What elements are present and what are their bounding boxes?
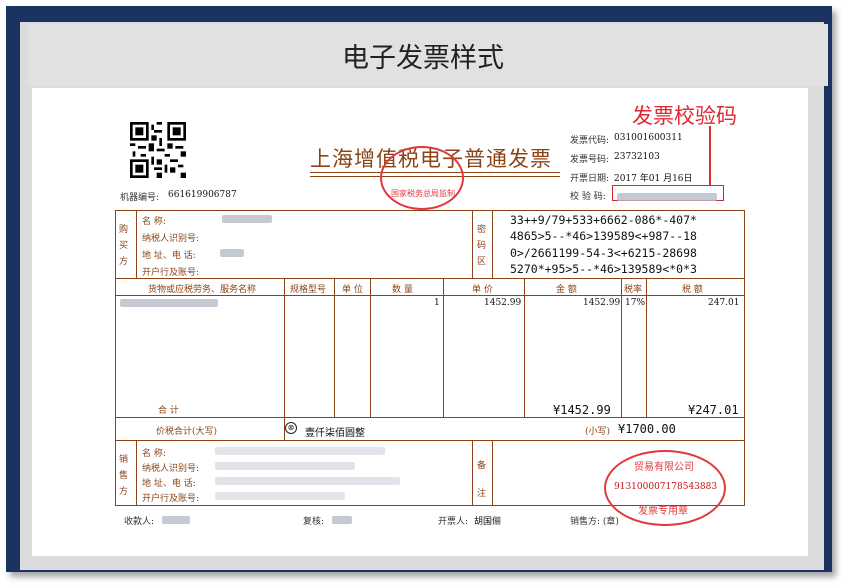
line-rate: 17% (625, 298, 646, 308)
item-name-redacted (120, 299, 218, 307)
buyer-bank-label: 开户行及账号: (142, 268, 200, 278)
verify-code-annotation: 发票校验码 (632, 104, 737, 128)
qr-code-icon (130, 122, 186, 178)
subtotal-amount: ¥1452.99 (553, 403, 611, 417)
seller-invoice-seal: 贸易有限公司 913100007178543883 发票专用章 (604, 450, 726, 526)
seller-bank-label: 开户行及账号: (142, 494, 200, 504)
cipher-section-divider (492, 210, 493, 278)
verify-code-label: 校 验 码: (570, 192, 606, 202)
tax-seal-text: 国家税务总局监制 (391, 189, 455, 198)
total-small-label: (小写) (585, 427, 611, 437)
col-header-rate: 税率 (624, 285, 643, 295)
machine-number-label: 机器编号: (120, 193, 160, 203)
subtotal-label: 合 计 (158, 406, 179, 416)
table-divider-total (115, 440, 745, 441)
issuer-name: 胡国俪 (474, 517, 502, 527)
page-title: 电子发票样式 (342, 43, 504, 74)
total-small: ¥1700.00 (618, 422, 676, 436)
line-amount: 1452.99 (583, 298, 621, 308)
col-header-qty: 数 量 (392, 285, 413, 295)
col-header-price: 单 价 (472, 285, 493, 295)
cipher-line-3: 0>/2661199-54-3<+6215-28698 (510, 246, 697, 260)
seller-address-label: 地 址、电 话: (142, 479, 196, 489)
total-in-words: 壹仟柒佰圆整 (305, 428, 365, 439)
verify-code-highlight (612, 185, 724, 201)
remarks-section-label: 备注 (477, 461, 487, 499)
cipher-line-4: 5270*+95>5--*46>139589<*0*3 (510, 262, 697, 276)
seller-seal-code: 913100007178543883 (614, 482, 718, 492)
issue-date-label: 开票日期: (570, 174, 610, 184)
col-divider-price (443, 278, 444, 418)
invoice-code-label: 发票代码: (570, 136, 610, 146)
table-border-top (115, 210, 745, 211)
seller-seal-bottom: 发票专用章 (638, 506, 688, 517)
invoice-number-label: 发票号码: (570, 155, 610, 165)
line-qty: 1 (434, 298, 440, 308)
issuer-label: 开票人: (438, 517, 469, 527)
col-divider-qty (370, 278, 371, 418)
payee-redacted (162, 516, 190, 524)
col-header-unit: 单 位 (342, 285, 363, 295)
seller-name-label: 名 称: (142, 449, 166, 459)
table-border-right (744, 210, 745, 506)
table-divider-header (115, 295, 745, 296)
col-divider-spec (284, 278, 285, 418)
reviewer-label: 复核: (303, 517, 325, 527)
col-divider-tax (646, 278, 647, 418)
machine-number: 661619906787 (168, 190, 237, 200)
col-header-amount: 金 额 (556, 285, 577, 295)
tax-bureau-seal: 国家税务总局监制 (380, 146, 464, 210)
col-divider-amount (524, 278, 525, 418)
col-header-spec: 规格型号 (290, 285, 327, 295)
reviewer-redacted (332, 516, 352, 524)
buyer-address-redacted (220, 249, 244, 257)
seller-bank-redacted (215, 492, 345, 500)
cipher-line-2: 4865>5--*46>139589<+987--18 (510, 229, 697, 243)
buyer-name-redacted (222, 215, 272, 223)
buyer-section-divider (136, 210, 137, 278)
annotation-pointer (709, 126, 711, 186)
seller-name-redacted (215, 447, 385, 455)
seller-stamp-label: 销售方: (章) (570, 517, 619, 527)
cipher-line-1: 33++9/79+533+6662-086*-407* (510, 213, 697, 227)
total-label: 价税合计(大写) (156, 427, 218, 437)
verify-code-redacted (617, 193, 717, 201)
buyer-address-label: 地 址、电 话: (142, 251, 196, 261)
close-circle-icon: ⊗ (285, 422, 297, 434)
buyer-taxid-label: 纳税人识别号: (142, 234, 200, 244)
cipher-section-left (472, 210, 473, 278)
table-divider-subtotal (115, 417, 745, 418)
line-price: 1452.99 (484, 298, 522, 308)
remarks-section-divider (492, 440, 493, 506)
col-divider-unit (334, 278, 335, 418)
seller-address-redacted (215, 477, 400, 485)
remarks-section-left (472, 440, 473, 506)
line-tax: 247.01 (708, 298, 740, 308)
issue-date: 2017 年01 月16日 (614, 174, 693, 184)
table-divider-buyer (115, 278, 745, 279)
table-border-left (115, 210, 116, 506)
seller-taxid-label: 纳税人识别号: (142, 464, 200, 474)
subtotal-tax: ¥247.01 (688, 403, 739, 417)
col-header-tax: 税 额 (682, 285, 703, 295)
seller-section-label: 销售方 (119, 455, 129, 497)
invoice-number: 23732103 (614, 152, 660, 162)
cipher-section-label: 密码区 (477, 225, 487, 267)
col-header-item: 货物或应税劳务、服务名称 (148, 285, 257, 295)
col-divider-rate (621, 278, 622, 418)
buyer-name-label: 名 称: (142, 217, 166, 227)
seller-taxid-redacted (215, 462, 355, 470)
seller-section-divider (136, 440, 137, 506)
payee-label: 收款人: (124, 517, 155, 527)
seller-seal-top: 贸易有限公司 (634, 462, 694, 473)
invoice-code: 031001600311 (614, 133, 683, 143)
buyer-section-label: 购买方 (119, 225, 129, 267)
